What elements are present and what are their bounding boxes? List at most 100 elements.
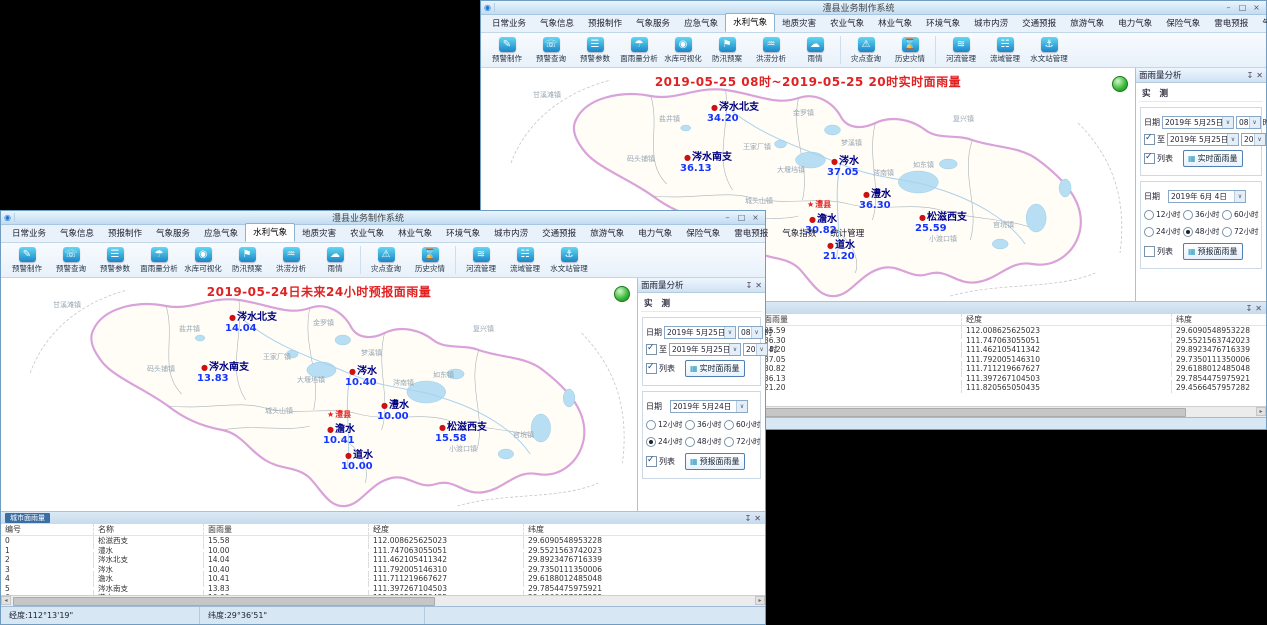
titlebar[interactable]: ◉ 澧县业务制作系统 – □ ×: [1, 211, 765, 225]
menu-tab[interactable]: 林业气象: [391, 225, 439, 242]
list-checkbox[interactable]: [1144, 153, 1155, 164]
ribbon-button[interactable]: ⚠灾点查询: [844, 34, 888, 66]
menu-tab[interactable]: 气象服务: [629, 15, 677, 32]
menu-tab[interactable]: 气象服务: [149, 225, 197, 242]
start-hour-combo[interactable]: 08∨: [1236, 116, 1261, 129]
duration-radio[interactable]: 72小时: [1222, 226, 1262, 237]
menu-tab[interactable]: 水利气象: [725, 13, 775, 32]
ribbon-button[interactable]: ⚓水文站管理: [547, 244, 591, 276]
table-row[interactable]: 4 澹水 10.41 111.711219667627 29.618801248…: [1, 574, 765, 584]
menu-tab[interactable]: 保险气象: [679, 225, 727, 242]
pin-icon[interactable]: ↧: [1246, 304, 1253, 313]
menu-tab[interactable]: 日常业务: [5, 225, 53, 242]
county-map[interactable]: 甘溪滩镇盐井镇金罗镇码头铺镇王家厂镇梦溪镇复兴镇大堰垱镇涔南镇如东镇城头山镇官垸…: [1, 278, 638, 511]
menu-tab[interactable]: 应急气象: [197, 225, 245, 242]
menu-tab[interactable]: 雷电预报: [1207, 15, 1255, 32]
ribbon-button[interactable]: ✎预警制作: [5, 244, 49, 276]
scroll-left-icon[interactable]: ◂: [1, 596, 11, 605]
end-hour-combo[interactable]: 20∨: [1241, 133, 1266, 146]
duration-radio[interactable]: 24小时: [646, 436, 683, 447]
menu-tab[interactable]: 城市内涝: [967, 15, 1015, 32]
minimize-button[interactable]: –: [721, 213, 734, 222]
ribbon-button[interactable]: ≋河流管理: [459, 244, 503, 276]
menu-tab[interactable]: 气象指数: [1255, 15, 1267, 32]
menu-tab[interactable]: 电力气象: [1111, 15, 1159, 32]
ribbon-button[interactable]: ⚑防汛预案: [705, 34, 749, 66]
menu-tab[interactable]: 保险气象: [1159, 15, 1207, 32]
menu-tab[interactable]: 城市内涝: [487, 225, 535, 242]
maximize-button[interactable]: □: [735, 213, 748, 222]
table-row[interactable]: 3 涔水 10.40 111.792005146310 29.735011135…: [1, 565, 765, 575]
scrollbar-thumb[interactable]: [13, 597, 435, 606]
to-checkbox[interactable]: [1144, 134, 1155, 145]
duration-radio[interactable]: 48小时: [1183, 226, 1220, 237]
close-button[interactable]: ×: [1250, 3, 1263, 12]
ribbon-button[interactable]: ☵流域管理: [983, 34, 1027, 66]
ribbon-button[interactable]: ⚓水文站管理: [1027, 34, 1071, 66]
list-checkbox[interactable]: [1144, 246, 1155, 257]
end-date-combo[interactable]: 2019年 5月25日∨: [1167, 133, 1239, 146]
duration-radio[interactable]: 24小时: [1144, 226, 1181, 237]
ribbon-button[interactable]: ☂面雨量分析: [137, 244, 181, 276]
ribbon-button[interactable]: ♒洪涝分析: [269, 244, 313, 276]
titlebar[interactable]: ◉ 澧县业务制作系统 – □ ×: [481, 1, 1266, 15]
menu-tab[interactable]: 水利气象: [245, 223, 295, 242]
ribbon-button[interactable]: ☏预警查询: [529, 34, 573, 66]
forecast-date-combo[interactable]: 2019年 6月 4日∨: [1168, 190, 1246, 203]
menu-tab[interactable]: 地质灾害: [295, 225, 343, 242]
ribbon-button[interactable]: ☁雨情: [793, 34, 837, 66]
menu-tab[interactable]: 旅游气象: [1063, 15, 1111, 32]
pin-icon[interactable]: ↧: [745, 514, 752, 523]
menu-tab[interactable]: 环境气象: [439, 225, 487, 242]
ribbon-button[interactable]: ✎预警制作: [485, 34, 529, 66]
menu-tab[interactable]: 日常业务: [485, 15, 533, 32]
ribbon-button[interactable]: ☂面雨量分析: [617, 34, 661, 66]
close-icon[interactable]: ✕: [1256, 71, 1263, 80]
menu-tab[interactable]: 旅游气象: [583, 225, 631, 242]
menu-tab[interactable]: 农业气象: [823, 15, 871, 32]
menu-tab[interactable]: 农业气象: [343, 225, 391, 242]
menu-tab[interactable]: 预报制作: [101, 225, 149, 242]
ribbon-button[interactable]: ☰预警参数: [573, 34, 617, 66]
close-icon[interactable]: ✕: [755, 281, 762, 290]
menu-tab[interactable]: 交通预报: [1015, 15, 1063, 32]
list-checkbox[interactable]: [646, 363, 657, 374]
start-date-combo[interactable]: 2019年 5月25日∨: [664, 326, 736, 339]
menu-tab[interactable]: 雷电预报: [727, 225, 775, 242]
pin-icon[interactable]: ↧: [1247, 71, 1254, 80]
close-icon[interactable]: ✕: [1255, 304, 1262, 313]
ribbon-button[interactable]: ◉水库可视化: [181, 244, 225, 276]
menu-tab[interactable]: 气象信息: [533, 15, 581, 32]
maximize-button[interactable]: □: [1236, 3, 1249, 12]
table-row[interactable]: 0 松滋西支 15.58 112.008625625023 29.6090548…: [1, 536, 765, 546]
forecast-rain-button[interactable]: ▦预报面雨量: [1183, 243, 1243, 260]
table-row[interactable]: 1 澧水 10.00 111.747063055051 29.552156374…: [1, 546, 765, 556]
to-checkbox[interactable]: [646, 344, 657, 355]
ribbon-button[interactable]: ☵流域管理: [503, 244, 547, 276]
menu-tab[interactable]: 交通预报: [535, 225, 583, 242]
duration-radio[interactable]: 36小时: [1183, 209, 1220, 220]
duration-radio[interactable]: 12小时: [1144, 209, 1181, 220]
start-date-combo[interactable]: 2019年 5月25日∨: [1162, 116, 1234, 129]
ribbon-button[interactable]: ⌛历史灾情: [408, 244, 452, 276]
close-button[interactable]: ×: [749, 213, 762, 222]
scroll-right-icon[interactable]: ▸: [1256, 407, 1266, 416]
horizontal-scrollbar[interactable]: ◂ ▸: [1, 595, 765, 606]
scroll-right-icon[interactable]: ▸: [755, 596, 765, 605]
list-checkbox[interactable]: [646, 456, 657, 467]
table-row[interactable]: 2 涔水北支 14.04 111.462105411342 29.8923476…: [1, 555, 765, 565]
menu-tab[interactable]: 林业气象: [871, 15, 919, 32]
ribbon-button[interactable]: ⚑防汛预案: [225, 244, 269, 276]
ribbon-button[interactable]: ♒洪涝分析: [749, 34, 793, 66]
menu-tab[interactable]: 环境气象: [919, 15, 967, 32]
menu-tab[interactable]: 应急气象: [677, 15, 725, 32]
ribbon-button[interactable]: ⌛历史灾情: [888, 34, 932, 66]
menu-tab[interactable]: 气象指数: [775, 225, 823, 242]
ribbon-button[interactable]: ≋河流管理: [939, 34, 983, 66]
forecast-rain-button[interactable]: ▦预报面雨量: [685, 453, 745, 470]
realtime-rain-button[interactable]: ▦实时面雨量: [1183, 150, 1243, 167]
menu-tab[interactable]: 预报制作: [581, 15, 629, 32]
end-hour-combo[interactable]: 20∨: [743, 343, 768, 356]
realtime-rain-button[interactable]: ▦实时面雨量: [685, 360, 745, 377]
ribbon-button[interactable]: ◉水库可视化: [661, 34, 705, 66]
